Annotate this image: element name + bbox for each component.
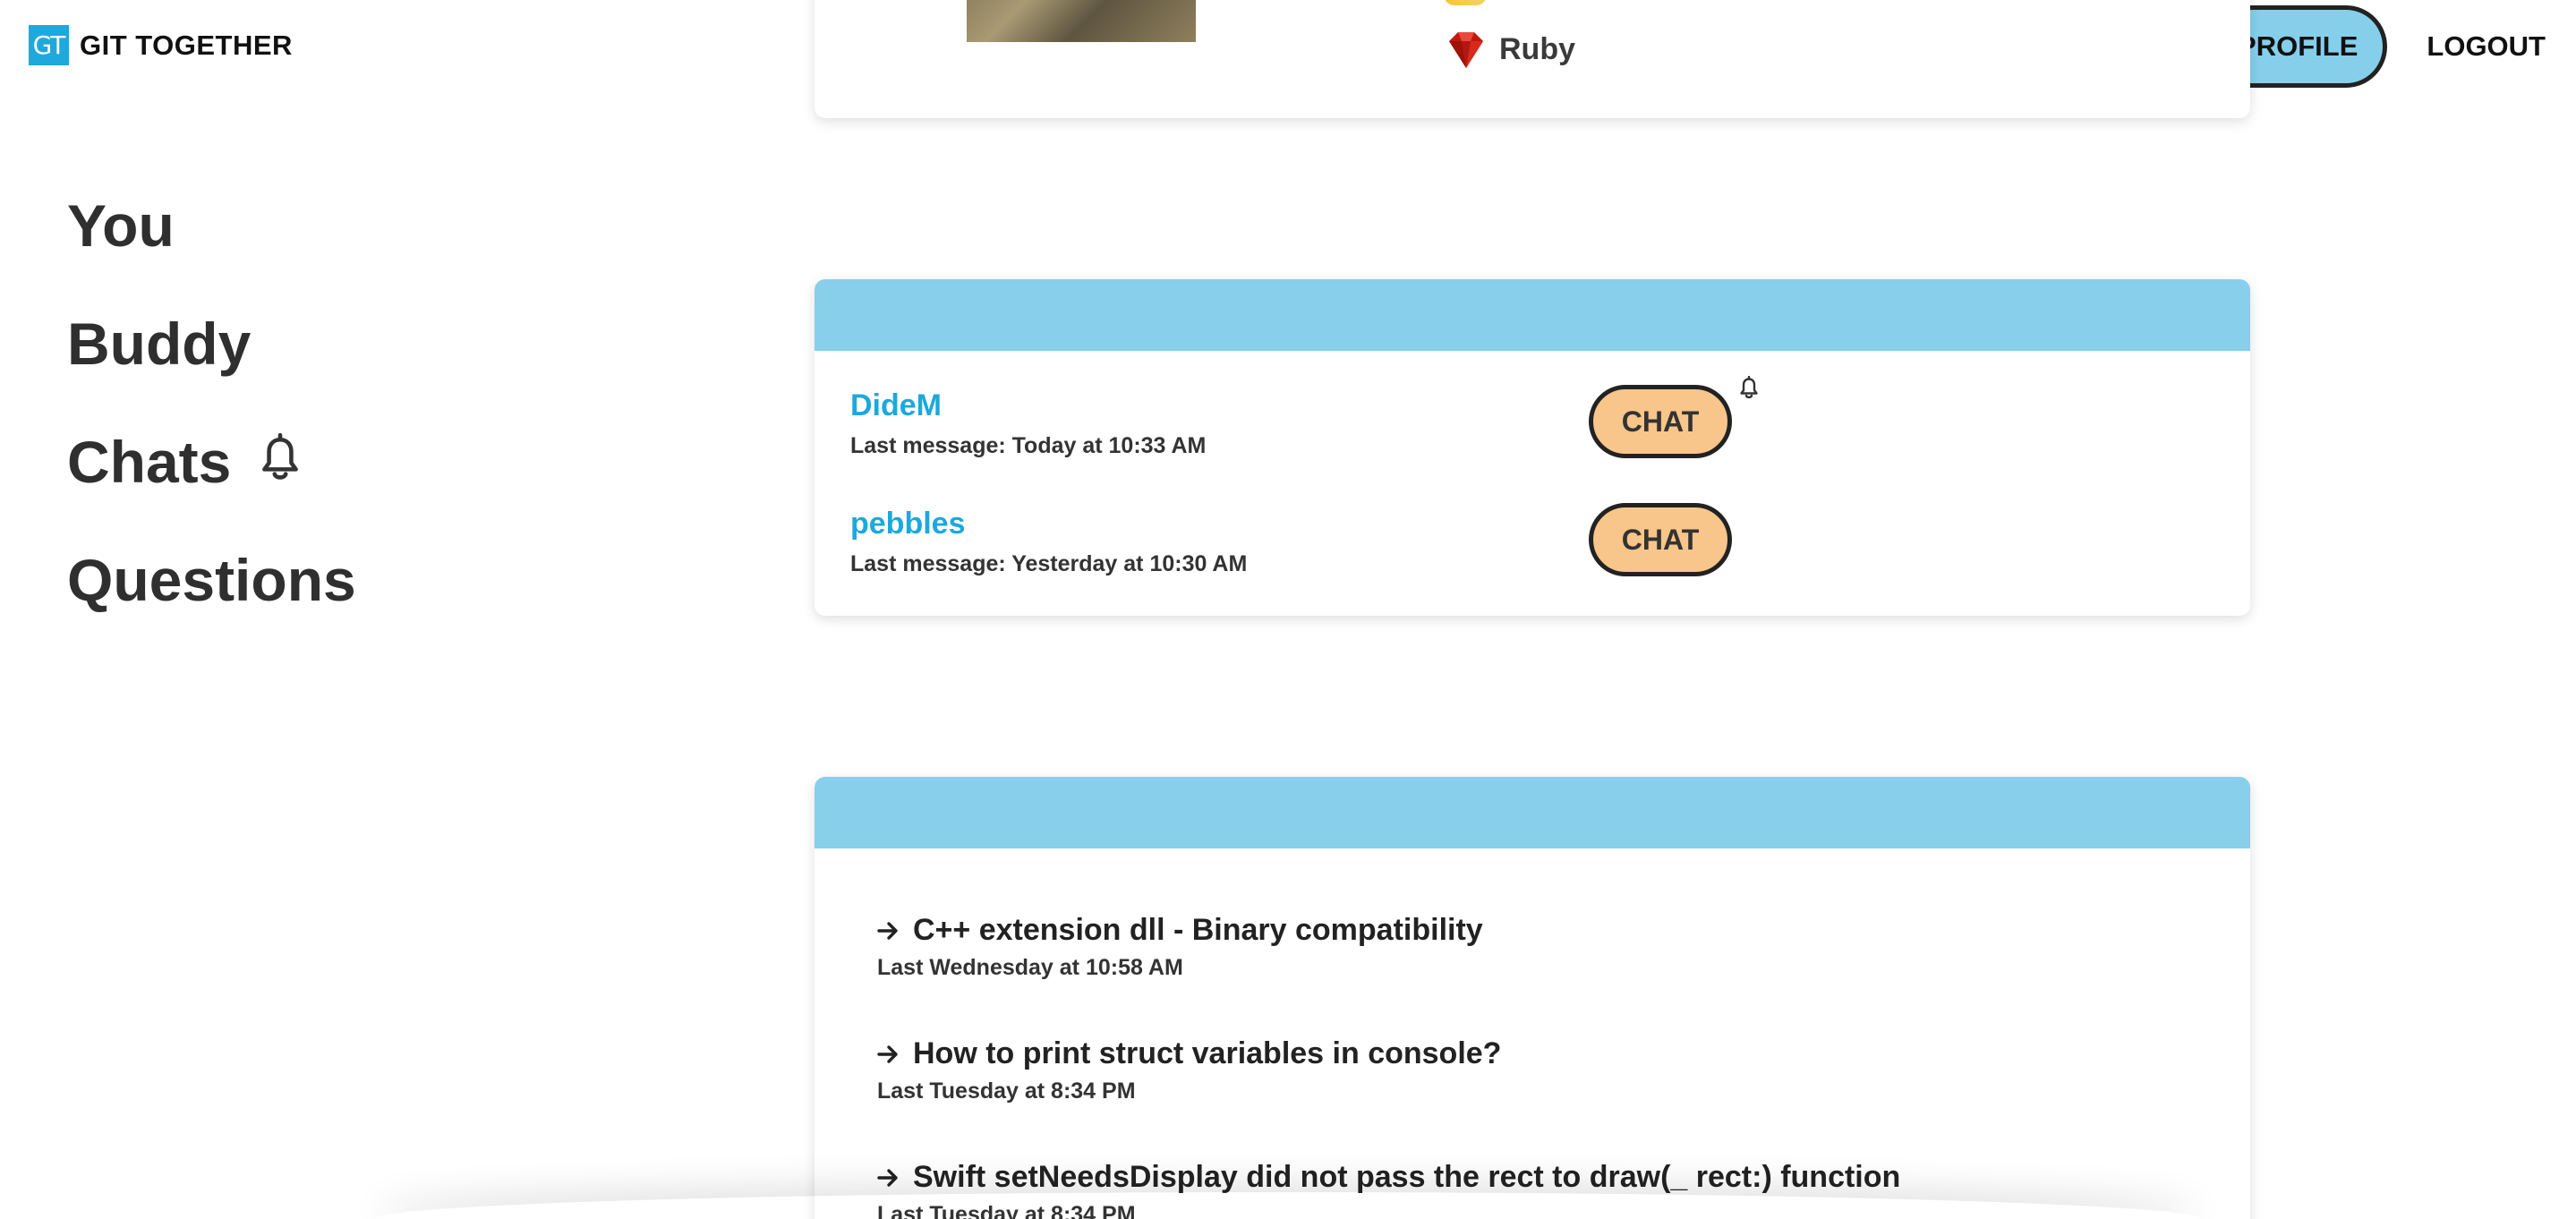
questions-card: C++ extension dll - Binary compatibility… bbox=[815, 777, 2250, 1219]
arrow-right-icon bbox=[877, 1168, 898, 1187]
sidebar-item-chats[interactable]: Chats bbox=[67, 428, 356, 546]
question-item[interactable]: How to print struct variables in console… bbox=[877, 1036, 1501, 1104]
logout-button[interactable]: LOGOUT bbox=[2427, 30, 2546, 63]
bell-icon bbox=[262, 433, 299, 480]
chats-card-header bbox=[815, 279, 2250, 351]
brand-name: GIT TOGETHER bbox=[80, 29, 293, 61]
ruby-icon bbox=[1449, 32, 1483, 68]
question-title: How to print struct variables in console… bbox=[913, 1036, 1502, 1070]
sidebar-item-label: You bbox=[67, 192, 175, 259]
top-nav: PROFILE LOGOUT bbox=[2208, 5, 2546, 88]
question-date: Last Tuesday at 8:34 PM bbox=[877, 1078, 1136, 1104]
arrow-right-icon bbox=[877, 921, 898, 940]
questions-card-header bbox=[815, 777, 2250, 848]
chats-card: DideM Last message: Today at 10:33 AM CH… bbox=[815, 279, 2250, 616]
chat-user-name[interactable]: pebbles bbox=[850, 507, 965, 541]
sidebar-item-label: Chats bbox=[67, 429, 232, 495]
sidebar-item-label: Buddy bbox=[67, 311, 252, 377]
chat-row: pebbles Last message: Yesterday at 10:30… bbox=[850, 503, 2214, 605]
sidebar-item-buddy[interactable]: Buddy bbox=[67, 310, 356, 428]
brand-logo: GT bbox=[29, 25, 69, 65]
question-title: C++ extension dll - Binary compatibility bbox=[913, 913, 1483, 947]
chat-last-message: Last message: Yesterday at 10:30 AM bbox=[850, 551, 1248, 576]
chat-last-message: Last message: Today at 10:33 AM bbox=[850, 433, 1207, 458]
profile-card: Ruby bbox=[815, 0, 2250, 118]
sidebar-item-questions[interactable]: Questions bbox=[67, 546, 356, 664]
chat-row: DideM Last message: Today at 10:33 AM CH… bbox=[850, 376, 2214, 487]
question-item[interactable]: Swift setNeedsDisplay did not pass the r… bbox=[877, 1160, 1900, 1219]
language-icon-partial bbox=[1444, 0, 1487, 5]
language-label: Ruby bbox=[1499, 31, 1575, 66]
brand[interactable]: GT GIT TOGETHER bbox=[29, 25, 293, 65]
question-item[interactable]: C++ extension dll - Binary compatibility… bbox=[877, 913, 1483, 981]
arrow-right-icon bbox=[877, 1044, 898, 1063]
sidebar-item-you[interactable]: You bbox=[67, 192, 356, 310]
question-title: Swift setNeedsDisplay did not pass the r… bbox=[913, 1160, 1901, 1194]
notification-bell-icon bbox=[1740, 376, 1758, 399]
question-date: Last Tuesday at 8:34 PM bbox=[877, 1202, 1136, 1219]
sidebar-item-label: Questions bbox=[67, 547, 356, 613]
sidebar: You Buddy Chats Questions bbox=[67, 192, 356, 664]
question-date: Last Wednesday at 10:58 AM bbox=[877, 955, 1183, 980]
profile-image bbox=[967, 0, 1196, 42]
chat-user-name[interactable]: DideM bbox=[850, 388, 942, 423]
language-item: Ruby bbox=[1444, 27, 1575, 72]
chat-button[interactable]: CHAT bbox=[1589, 385, 1732, 458]
page: GT GIT TOGETHER PROFILE LOGOUT You Buddy… bbox=[0, 0, 2576, 1219]
chat-button[interactable]: CHAT bbox=[1589, 503, 1732, 576]
